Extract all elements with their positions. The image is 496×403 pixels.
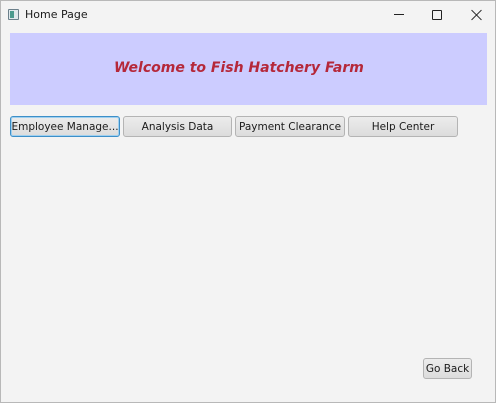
- banner-title: Welcome to Fish Hatchery Farm: [114, 60, 364, 76]
- maximize-button[interactable]: [417, 1, 457, 29]
- window-title: Home Page: [25, 8, 88, 21]
- go-back-button[interactable]: Go Back: [423, 358, 472, 379]
- payment-clearance-button[interactable]: Payment Clearance: [235, 116, 345, 137]
- close-icon: [471, 9, 483, 21]
- minimize-button[interactable]: [379, 1, 419, 29]
- close-button[interactable]: [456, 1, 496, 29]
- employee-management-button[interactable]: Employee Manage...: [10, 116, 120, 137]
- minimize-icon: [394, 14, 404, 15]
- help-center-button[interactable]: Help Center: [348, 116, 458, 137]
- welcome-banner: Welcome to Fish Hatchery Farm: [10, 33, 487, 105]
- home-page-window: Home Page Welcome to Fish Hatchery Farm …: [0, 0, 496, 403]
- title-bar[interactable]: Home Page: [1, 1, 495, 29]
- app-icon: [8, 9, 19, 20]
- analysis-data-button[interactable]: Analysis Data: [123, 116, 232, 137]
- maximize-icon: [432, 10, 442, 20]
